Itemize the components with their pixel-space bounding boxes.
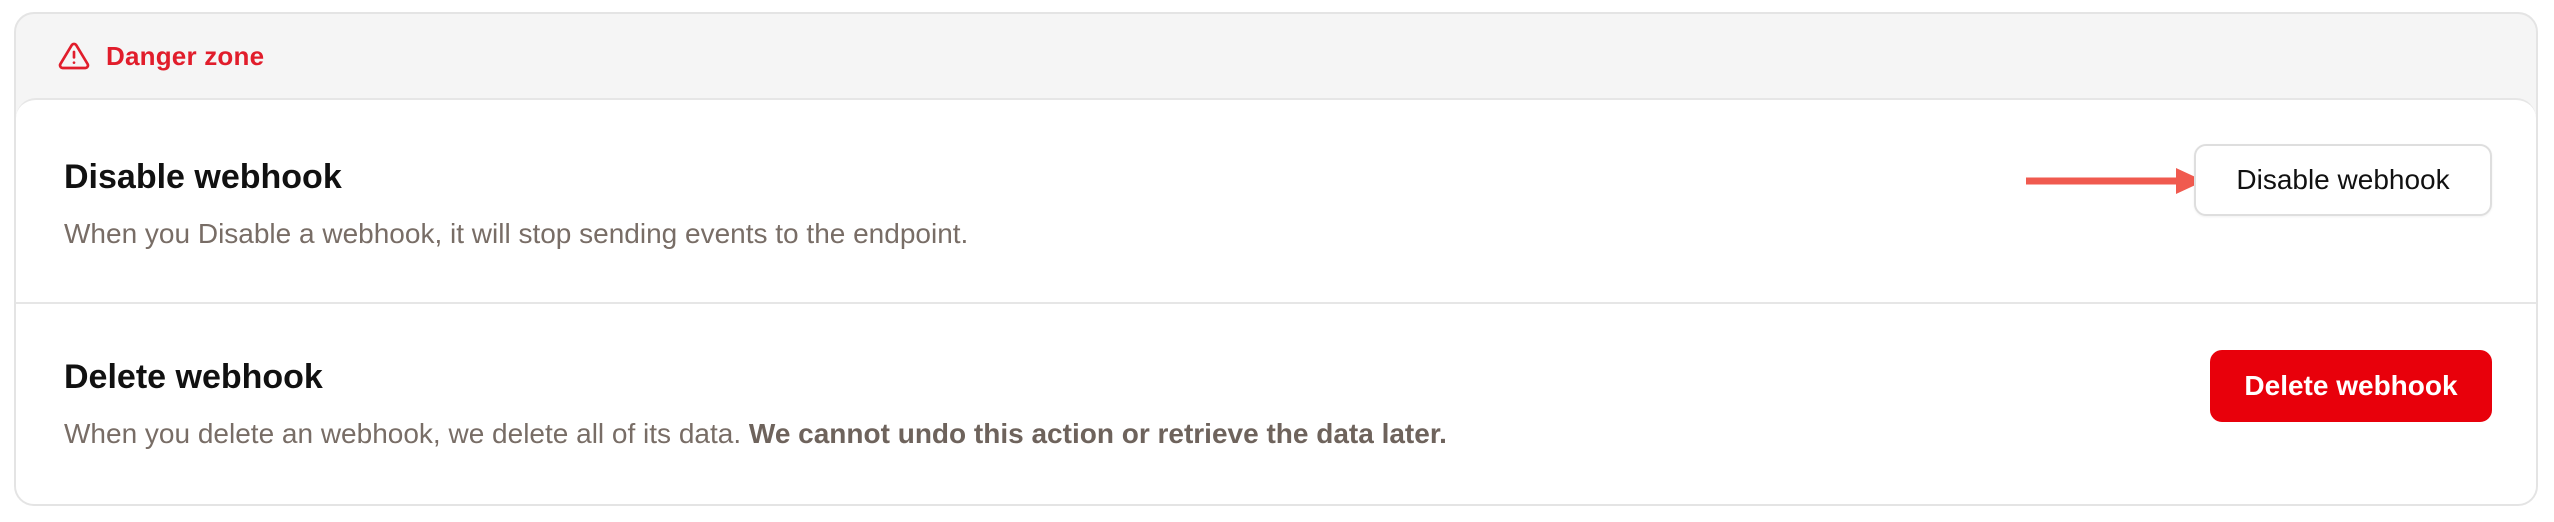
danger-zone-content: Disable webhook When you Disable a webho… <box>16 98 2536 504</box>
warning-triangle-icon <box>58 40 90 72</box>
delete-webhook-title: Delete webhook <box>64 358 323 396</box>
delete-webhook-description: When you delete an webhook, we delete al… <box>64 418 1447 450</box>
arrow-right-icon <box>2026 168 2204 194</box>
delete-webhook-warning-text: We cannot undo this action or retrieve t… <box>748 418 1447 449</box>
danger-zone-panel: Danger zone Disable webhook When you Dis… <box>14 12 2538 506</box>
disable-webhook-button[interactable]: Disable webhook <box>2194 144 2492 216</box>
delete-webhook-section: Delete webhook When you delete an webhoo… <box>16 304 2536 504</box>
disable-webhook-section: Disable webhook When you Disable a webho… <box>16 100 2536 304</box>
danger-zone-title: Danger zone <box>106 40 265 71</box>
disable-webhook-title: Disable webhook <box>64 158 342 196</box>
delete-webhook-button[interactable]: Delete webhook <box>2210 350 2492 422</box>
disable-webhook-description: When you Disable a webhook, it will stop… <box>64 218 969 249</box>
danger-zone-header: Danger zone <box>16 14 2536 98</box>
delete-webhook-description-text: When you delete an webhook, we delete al… <box>64 418 749 449</box>
